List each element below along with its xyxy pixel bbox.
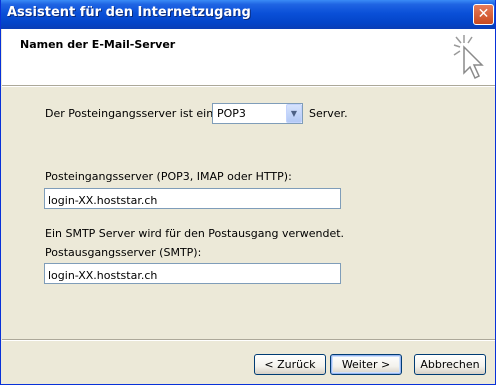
wizard-window: Assistent für den Internetzugang ✕ Namen… — [0, 0, 496, 385]
title-bar[interactable]: Assistent für den Internetzugang ✕ — [1, 0, 495, 29]
window-title: Assistent für den Internetzugang — [7, 5, 251, 20]
outgoing-server-label: Postausgangsserver (SMTP): — [45, 246, 202, 259]
footer-divider — [2, 339, 495, 341]
incoming-type-label: Der Posteingangsserver ist ein — [45, 107, 214, 120]
header-divider — [2, 85, 495, 87]
incoming-server-label: Posteingangsserver (POP3, IMAP oder HTTP… — [45, 170, 292, 183]
page-title: Namen der E-Mail-Server — [20, 38, 176, 51]
close-icon: ✕ — [477, 6, 490, 22]
outgoing-server-input[interactable] — [44, 263, 341, 284]
incoming-server-type-value: POP3 — [217, 107, 246, 120]
incoming-server-type-select[interactable]: POP3 ▼ — [212, 103, 303, 124]
wizard-cursor-icon — [453, 35, 484, 80]
incoming-type-suffix: Server. — [309, 107, 348, 120]
next-button[interactable]: Weiter > — [330, 354, 402, 375]
back-button[interactable]: < Zurück — [254, 354, 326, 375]
close-button[interactable]: ✕ — [473, 4, 494, 25]
smtp-note: Ein SMTP Server wird für den Postausgang… — [45, 227, 345, 240]
cancel-button[interactable]: Abbrechen — [414, 354, 486, 375]
wizard-header: Namen der E-Mail-Server — [2, 29, 495, 85]
chevron-down-icon[interactable]: ▼ — [286, 104, 302, 123]
incoming-server-input[interactable] — [44, 188, 341, 209]
